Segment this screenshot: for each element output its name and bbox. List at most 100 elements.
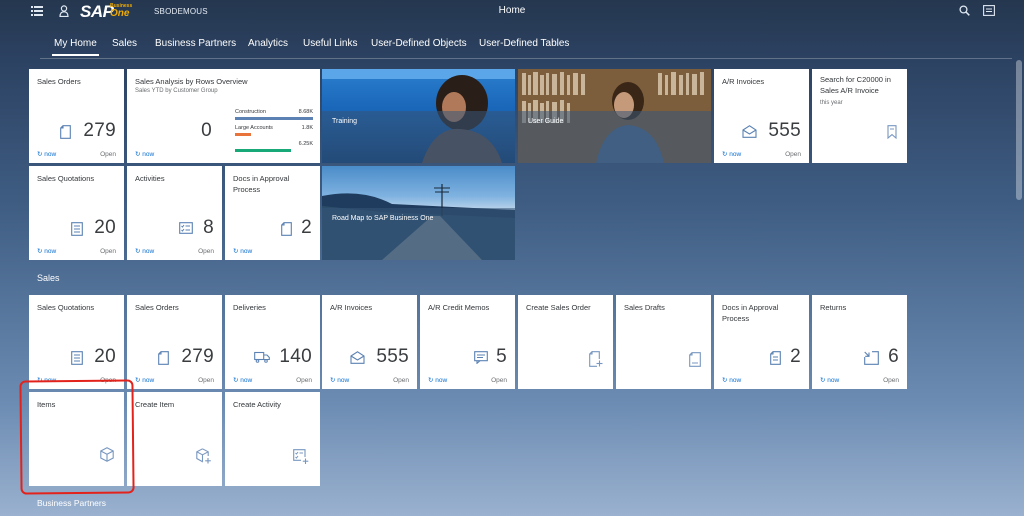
tile-refresh[interactable]: ↻ now bbox=[135, 150, 154, 158]
tile-title: Docs in Approval Process bbox=[233, 174, 290, 194]
tile-create-activity[interactable]: Create Activity bbox=[225, 392, 320, 486]
refresh-icon: ↻ bbox=[330, 377, 336, 384]
tile-refresh-label: now bbox=[827, 377, 840, 384]
tile-status: Open bbox=[393, 377, 409, 384]
tile-title: Sales Drafts bbox=[624, 303, 665, 312]
tile-roadmap[interactable]: Road Map to SAP Business One bbox=[322, 166, 515, 260]
tile-title: A/R Credit Memos bbox=[428, 303, 490, 312]
tile-refresh-label: now bbox=[240, 248, 253, 255]
tile-sales-drafts[interactable]: Sales Drafts bbox=[616, 295, 711, 389]
tile-create-item[interactable]: Create Item bbox=[127, 392, 222, 486]
tile-title: Deliveries bbox=[233, 303, 266, 312]
refresh-icon: ↻ bbox=[722, 151, 728, 158]
tab-user-defined-tables[interactable]: User-Defined Tables bbox=[479, 38, 569, 49]
refresh-icon: ↻ bbox=[37, 151, 43, 158]
tile-status: Open bbox=[198, 377, 214, 384]
tile-count: 140 bbox=[279, 346, 312, 367]
create-activity-icon bbox=[293, 449, 310, 468]
section-heading-sales: Sales bbox=[37, 273, 60, 283]
tile-ar-invoices-2[interactable]: A/R Invoices 555 ↻ now Open bbox=[322, 295, 417, 389]
draft-icon bbox=[689, 352, 701, 371]
order-icon bbox=[60, 125, 71, 142]
tile-status: Open bbox=[785, 151, 801, 158]
refresh-icon: ↻ bbox=[428, 377, 434, 384]
tile-training[interactable]: Training bbox=[322, 69, 515, 163]
refresh-icon: ↻ bbox=[37, 248, 43, 255]
tile-refresh[interactable]: ↻ now bbox=[722, 150, 741, 158]
tile-create-sales-order[interactable]: Create Sales Order bbox=[518, 295, 613, 389]
bar-value: 6.25K bbox=[298, 141, 313, 147]
return-icon bbox=[864, 351, 879, 368]
tile-sales-quotations[interactable]: Sales Quotations 20 ↻ now Open bbox=[29, 166, 124, 260]
tile-count: 0 bbox=[201, 120, 212, 141]
tile-refresh[interactable]: ↻ now bbox=[135, 376, 154, 384]
tile-sales-analysis[interactable]: Sales Analysis by Rows Overview Sales YT… bbox=[127, 69, 320, 163]
create-document-icon bbox=[589, 350, 603, 371]
tab-user-defined-objects[interactable]: User-Defined Objects bbox=[371, 38, 467, 49]
page-title: Home bbox=[498, 5, 526, 16]
tile-caption: User Guide bbox=[528, 118, 564, 125]
tile-count: 279 bbox=[181, 346, 214, 367]
bar-row: Construction 8.68K bbox=[235, 109, 313, 125]
tab-analytics[interactable]: Analytics bbox=[248, 38, 288, 49]
refresh-icon: ↻ bbox=[820, 377, 826, 384]
bar-row: Large Accounts 1.8K bbox=[235, 125, 313, 141]
search-icon[interactable] bbox=[959, 5, 970, 19]
tile-sales-orders-2[interactable]: Sales Orders 279 ↻ now Open bbox=[127, 295, 222, 389]
tile-count: 555 bbox=[768, 120, 801, 141]
tile-returns[interactable]: Returns 6 ↻ now Open bbox=[812, 295, 907, 389]
tile-docs-approval-2[interactable]: Docs in Approval Process 2 ↻ now bbox=[714, 295, 809, 389]
tile-status: Open bbox=[296, 377, 312, 384]
notification-icon[interactable] bbox=[983, 5, 995, 19]
bar-label: Large Accounts bbox=[235, 125, 273, 131]
tab-my-home[interactable]: My Home bbox=[52, 38, 99, 56]
tile-sales-orders[interactable]: Sales Orders 279 ↻ now Open bbox=[29, 69, 124, 163]
tile-activities[interactable]: Activities 8 ↻ now Open bbox=[127, 166, 222, 260]
tile-count: 5 bbox=[496, 346, 507, 367]
tile-refresh[interactable]: ↻ now bbox=[820, 376, 839, 384]
tab-business-partners[interactable]: Business Partners bbox=[155, 38, 236, 49]
tile-title: Create Item bbox=[135, 400, 175, 409]
tile-caption: Training bbox=[332, 118, 358, 125]
quotation-icon bbox=[71, 222, 83, 239]
tile-user-guide[interactable]: User Guide bbox=[518, 69, 711, 163]
tile-refresh-label: now bbox=[729, 151, 742, 158]
tile-docs-approval[interactable]: Docs in Approval Process 2 ↻ now bbox=[225, 166, 320, 260]
quotation-icon bbox=[71, 351, 83, 368]
tile-count: 555 bbox=[376, 346, 409, 367]
tile-title: Sales Quotations bbox=[37, 174, 95, 183]
tile-title: A/R Invoices bbox=[330, 303, 373, 312]
tile-refresh-label: now bbox=[142, 151, 155, 158]
document-icon bbox=[281, 222, 292, 239]
tile-count: 2 bbox=[790, 346, 801, 367]
tile-refresh[interactable]: ↻ now bbox=[37, 247, 56, 255]
tile-count: 2 bbox=[301, 217, 312, 238]
tile-refresh-label: now bbox=[337, 377, 350, 384]
tile-refresh[interactable]: ↻ now bbox=[37, 150, 56, 158]
tile-refresh-label: now bbox=[240, 377, 253, 384]
activity-icon bbox=[179, 222, 193, 237]
tile-refresh[interactable]: ↻ now bbox=[233, 247, 252, 255]
scrollbar[interactable] bbox=[1016, 60, 1022, 200]
refresh-icon: ↻ bbox=[233, 248, 239, 255]
tile-sales-quotations-2[interactable]: Sales Quotations 20 ↻ now Open bbox=[29, 295, 124, 389]
tile-search-c20000[interactable]: Search for C20000 in Sales A/R Invoice t… bbox=[812, 69, 907, 163]
tile-refresh[interactable]: ↻ now bbox=[233, 376, 252, 384]
tile-ar-credit-memos[interactable]: A/R Credit Memos 5 ↻ now Open bbox=[420, 295, 515, 389]
tile-count: 20 bbox=[94, 346, 116, 367]
tile-refresh[interactable]: ↻ now bbox=[135, 247, 154, 255]
tile-refresh[interactable]: ↻ now bbox=[330, 376, 349, 384]
tab-sales[interactable]: Sales bbox=[112, 38, 137, 49]
tile-title: Create Sales Order bbox=[526, 303, 591, 312]
tile-refresh[interactable]: ↻ now bbox=[428, 376, 447, 384]
tile-deliveries[interactable]: Deliveries 140 ↻ now Open bbox=[225, 295, 320, 389]
refresh-icon: ↻ bbox=[135, 151, 141, 158]
tile-refresh[interactable]: ↻ now bbox=[722, 376, 741, 384]
highlight-annotation bbox=[19, 379, 135, 495]
tab-useful-links[interactable]: Useful Links bbox=[303, 38, 357, 49]
bar-row: 6.25K bbox=[235, 141, 313, 157]
refresh-icon: ↻ bbox=[135, 377, 141, 384]
tile-status: Open bbox=[883, 377, 899, 384]
tile-title: Create Activity bbox=[233, 400, 281, 409]
tile-ar-invoices[interactable]: A/R Invoices 555 ↻ now Open bbox=[714, 69, 809, 163]
